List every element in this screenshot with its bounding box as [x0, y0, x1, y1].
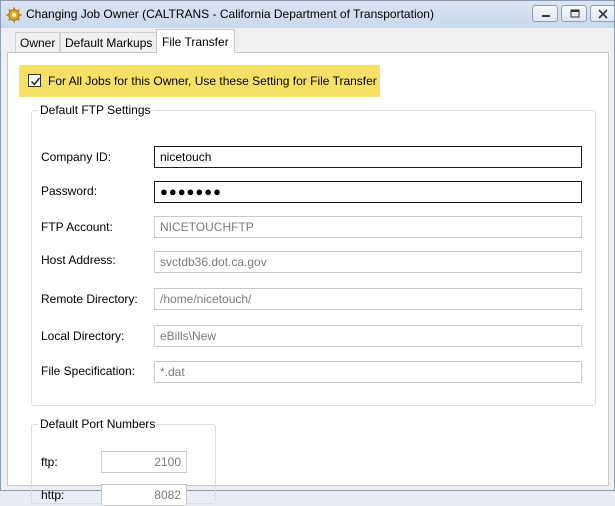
ftp-account-label: FTP Account:	[41, 220, 113, 234]
tab-owner[interactable]: Owner	[15, 32, 61, 52]
close-button[interactable]	[590, 5, 614, 22]
close-icon	[598, 9, 608, 19]
company-id-label: Company ID:	[41, 150, 112, 164]
apply-all-highlight: For All Jobs for this Owner, Use these S…	[19, 65, 380, 97]
ftp-account-field[interactable]: NICETOUCHFTP	[154, 216, 582, 238]
local-directory-field[interactable]: eBills\New	[154, 325, 582, 347]
file-transfer-panel: For All Jobs for this Owner, Use these S…	[7, 52, 609, 506]
password-field[interactable]: ●●●●●●●	[154, 181, 582, 203]
file-specification-field[interactable]: *.dat	[154, 361, 582, 383]
ftp-port-field[interactable]: 2100	[101, 451, 187, 473]
http-port-label: http:	[41, 488, 65, 502]
remote-directory-field[interactable]: /home/nicetouch/	[154, 288, 582, 310]
file-specification-label: File Specification:	[41, 364, 136, 378]
password-label: Password:	[41, 184, 98, 198]
host-address-field[interactable]: svctdb36.dot.ca.gov	[154, 251, 582, 273]
minimize-button[interactable]	[532, 5, 558, 22]
host-address-label: Host Address:	[41, 253, 116, 267]
maximize-button[interactable]	[561, 5, 587, 22]
title-bar[interactable]: Changing Job Owner (CALTRANS - Californi…	[1, 1, 614, 28]
company-id-field[interactable]: nicetouch	[154, 146, 582, 168]
apply-all-checkbox[interactable]	[28, 74, 41, 87]
dialog-client-area: Owner Default Markups For All Jobs for t…	[1, 28, 614, 506]
default-ftp-settings-group: Default FTP Settings Company ID: nicetou…	[31, 103, 596, 406]
window-title: Changing Job Owner (CALTRANS - Californi…	[26, 7, 434, 21]
http-port-field[interactable]: 8082	[101, 484, 187, 506]
changing-job-owner-window: Changing Job Owner (CALTRANS - Californi…	[0, 0, 615, 506]
ftp-settings-legend: Default FTP Settings	[40, 103, 151, 117]
remote-directory-label: Remote Directory:	[41, 292, 138, 306]
maximize-icon	[570, 9, 580, 18]
gear-icon	[6, 7, 22, 23]
tab-file-transfer[interactable]: File Transfer	[156, 29, 235, 53]
local-directory-label: Local Directory:	[41, 329, 125, 343]
tab-default-markups[interactable]: Default Markups	[60, 32, 158, 52]
checkmark-icon	[30, 77, 41, 86]
port-numbers-legend: Default Port Numbers	[40, 417, 156, 431]
ftp-port-label: ftp:	[41, 455, 58, 469]
apply-all-label[interactable]: For All Jobs for this Owner, Use these S…	[48, 74, 377, 88]
minimize-icon	[542, 15, 550, 17]
